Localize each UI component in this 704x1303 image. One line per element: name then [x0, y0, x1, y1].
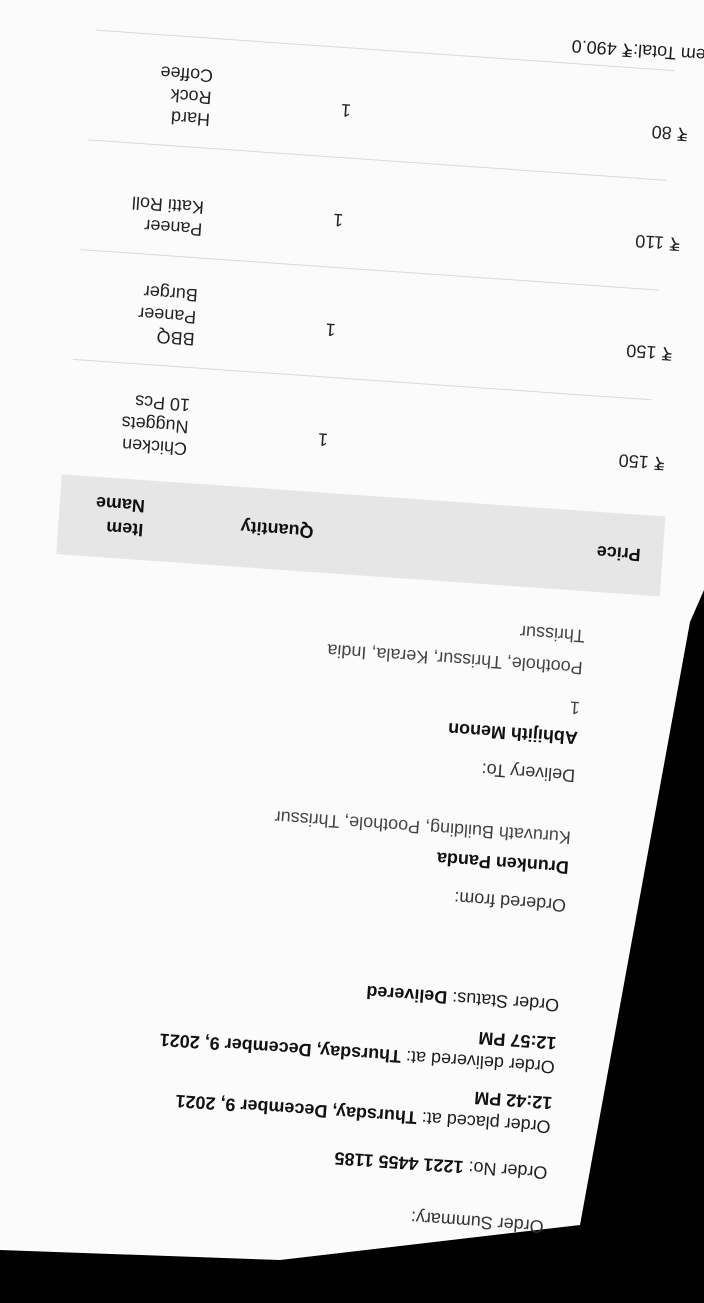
order-summary-receipt: Order Summary: Order No: 1221 4455 1185 …: [0, 0, 704, 1303]
customer-city: Thrissur: [519, 621, 586, 647]
customer-number: 1: [569, 697, 581, 719]
order-number-value: 1221 4455 1185: [333, 1148, 465, 1178]
column-header-price: Price: [596, 541, 642, 565]
order-status-value: Delivered: [365, 981, 448, 1008]
order-number-label: Order No:: [467, 1157, 548, 1183]
item-name: BBQ Paneer Burger: [137, 281, 199, 350]
item-quantity: 1: [324, 319, 337, 341]
order-placed-time: 12:42 PM: [473, 1087, 553, 1114]
order-status: Order Status: Delivered: [366, 981, 560, 1015]
column-header-quantity: Quantity: [239, 516, 315, 543]
order-summary-heading: Order Summary:: [410, 1207, 545, 1237]
delivery-to-label: Delivery To:: [480, 759, 576, 786]
restaurant-address: Kuruvath Building, Poothole, Thrissur: [273, 807, 572, 848]
order-placed-date: Thursday, December 9, 2021: [174, 1090, 418, 1128]
item-name: Paneer Katti Roll: [131, 192, 205, 240]
order-status-label: Order Status:: [451, 987, 560, 1016]
column-header-item-name: Item Name: [95, 492, 146, 541]
item-quantity: 1: [317, 429, 329, 450]
order-delivered-time: 12:57 PM: [477, 1027, 558, 1054]
item-price: ₹ 150: [625, 340, 674, 364]
restaurant-name: Drunken Panda: [436, 848, 570, 878]
item-quantity: 1: [332, 209, 344, 231]
item-name: Hard Rock Coffee: [159, 62, 214, 130]
item-price: ₹ 110: [634, 230, 682, 254]
item-total: Item Total:₹ 490.0: [571, 35, 704, 66]
order-placed-label: Order placed at:: [421, 1108, 552, 1138]
item-name: Chicken Nuggets 10 Pcs: [120, 391, 191, 459]
customer-address: Poothole, Thrissur, Kerala, India: [326, 640, 584, 679]
order-number: Order No: 1221 4455 1185: [334, 1147, 548, 1183]
item-quantity: 1: [340, 99, 352, 121]
item-price: ₹ 150: [617, 450, 666, 474]
items-table-header: Item Name Quantity Price: [56, 474, 666, 597]
customer-name: Abhijith Menon: [447, 718, 579, 748]
row-divider: [88, 139, 667, 181]
order-delivered-date: Thursday, December 9, 2021: [159, 1029, 402, 1067]
item-price: ₹ 80: [651, 121, 689, 145]
ordered-from-label: Ordered from:: [453, 887, 567, 916]
